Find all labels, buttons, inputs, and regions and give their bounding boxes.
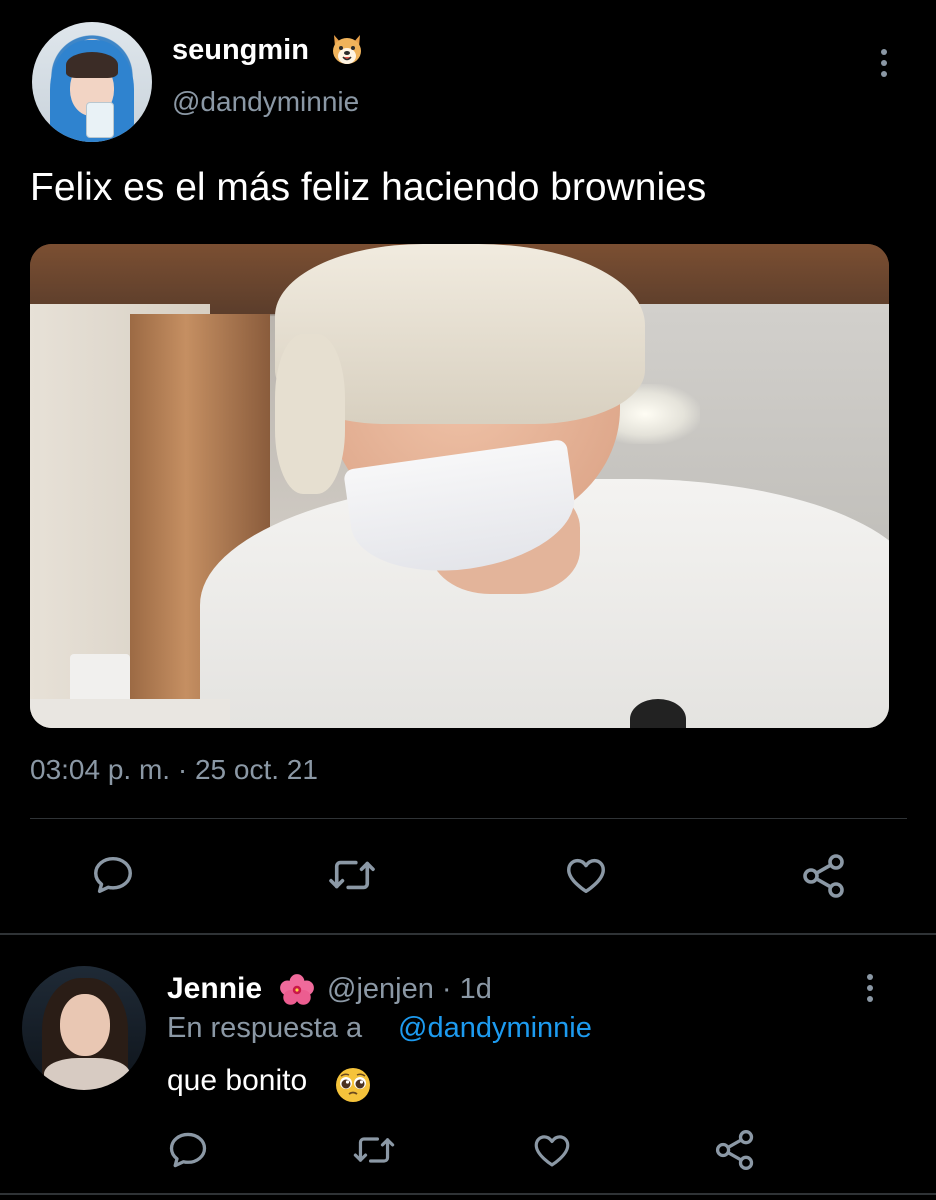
reply-icon[interactable]: [166, 1128, 210, 1172]
hibiscus-emoji-icon: [278, 973, 316, 1007]
divider: [0, 933, 936, 935]
share-icon[interactable]: [713, 1128, 757, 1172]
reply-to-label: En respuesta a: [167, 1012, 363, 1044]
author-display-name[interactable]: seungmin: [172, 34, 309, 67]
like-icon[interactable]: [563, 852, 609, 898]
retweet-icon[interactable]: [326, 854, 378, 896]
divider: [0, 1193, 936, 1195]
reply-author-display-name[interactable]: Jennie: [167, 972, 262, 1006]
reply-author-avatar[interactable]: [22, 966, 146, 1090]
reply-author-handle-time[interactable]: @jenjen · 1d: [327, 973, 492, 1006]
tweet-timestamp[interactable]: 03:04 p. m. · 25 oct. 21: [30, 754, 318, 786]
retweet-icon[interactable]: [352, 1131, 396, 1169]
more-vertical-icon[interactable]: [872, 46, 896, 80]
pleading-face-emoji-icon: [333, 1065, 373, 1105]
like-icon[interactable]: [530, 1129, 574, 1171]
tweet-text: Felix es el más feliz haciendo brownies: [30, 166, 707, 209]
more-vertical-icon[interactable]: [858, 971, 882, 1005]
author-handle[interactable]: @dandyminnie: [172, 86, 359, 118]
reply-icon[interactable]: [90, 852, 136, 898]
divider: [30, 818, 907, 819]
tweet-photo[interactable]: [30, 244, 889, 728]
reply-text: que bonito: [167, 1064, 308, 1097]
author-avatar[interactable]: [32, 22, 152, 142]
dog-face-emoji-icon: [329, 31, 365, 67]
share-icon[interactable]: [800, 852, 848, 900]
reply-to-handle-link[interactable]: @dandyminnie: [398, 1012, 592, 1045]
